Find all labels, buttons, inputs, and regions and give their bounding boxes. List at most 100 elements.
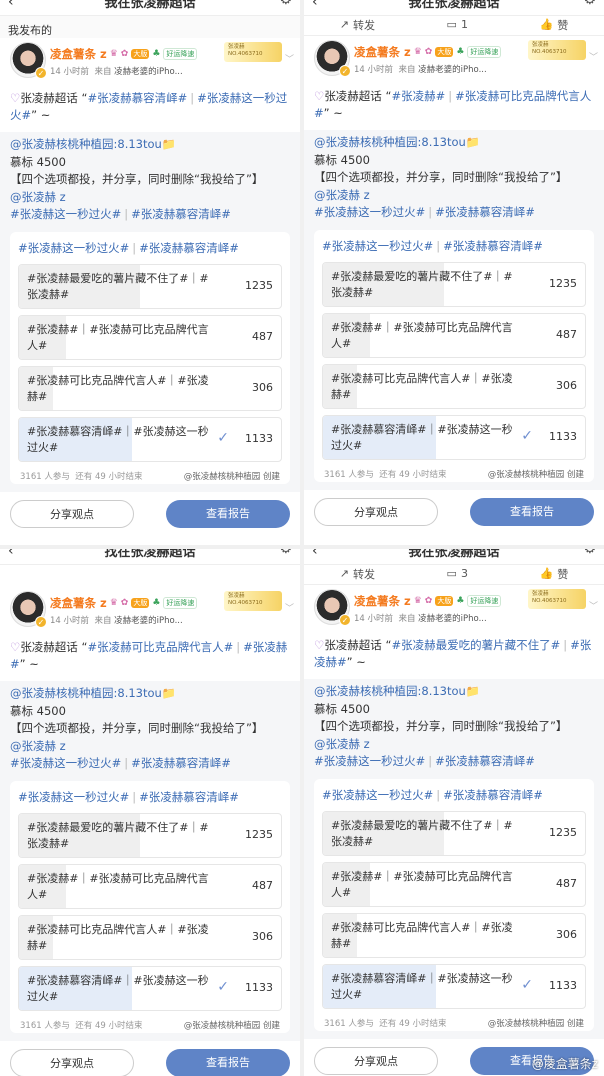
quote-topic-2[interactable]: #张凌赫慕容清峄# <box>435 205 535 219</box>
vote-card: #张凌赫这一秒过火# | #张凌赫慕容清峄# #张凌赫最爱吃的薯片藏不住了#｜#张凌… <box>10 231 290 484</box>
vote-creator[interactable]: @张凌赫核桃种植园 <box>488 470 565 480</box>
vote-actions: 分享观点 查看报告 <box>304 490 604 526</box>
share-opinion-button[interactable]: 分享观点 <box>10 1048 134 1076</box>
quote-author[interactable]: @张凌赫核桃种植园:8.13tou <box>314 684 466 698</box>
horizontal-divider <box>0 545 604 549</box>
vote-topic-2[interactable]: #张凌赫慕容清峄# <box>139 241 239 255</box>
repost-button[interactable]: ↗ 转发 <box>340 17 375 33</box>
vote-option[interactable]: #张凌赫慕容清峄#｜#张凌赫这一秒过火# 1133 ✓ <box>18 416 282 462</box>
chevron-down-icon[interactable]: ﹀ <box>589 50 598 63</box>
crown-icon: ♛ <box>413 47 422 57</box>
quote-author[interactable]: @张凌赫核桃种植园:8.13tou <box>314 135 466 149</box>
avatar[interactable]: ✓ <box>314 40 351 77</box>
top-bar: ‹ 我在张凌赫超话 ⚙ <box>304 0 604 16</box>
quote-mention[interactable]: @张凌赫 z <box>314 188 370 202</box>
repost-button[interactable]: ↗ 转发 <box>340 566 375 582</box>
gear-icon[interactable]: ⚙ <box>279 0 292 8</box>
vote-topic-1[interactable]: #张凌赫这一秒过火# <box>322 239 433 253</box>
quoted-post[interactable]: @张凌赫核桃种植园:8.13tou📁 慕标 4500 【四个选项都投，并分享，同… <box>0 681 300 1041</box>
vote-option[interactable]: #张凌赫可比克品牌代言人#｜#张凌赫# 306 <box>18 365 282 411</box>
gear-icon[interactable]: ⚙ <box>279 549 292 557</box>
quote-topic-1[interactable]: #张凌赫这一秒过火# <box>10 756 121 770</box>
post-topic-1[interactable]: #张凌赫可比克品牌代言人# <box>87 640 233 654</box>
quote-author[interactable]: @张凌赫核桃种植园:8.13tou <box>10 686 162 700</box>
vote-option[interactable]: #张凌赫可比克品牌代言人#｜#张凌赫# 306 <box>322 912 586 958</box>
fan-card[interactable]: 张凌赫 NO.4063710 <box>528 40 586 60</box>
share-opinion-button[interactable]: 分享观点 <box>314 497 438 526</box>
heart-icon: ♡ <box>10 640 21 654</box>
vote-option[interactable]: #张凌赫最爱吃的薯片藏不住了#｜#张凌赫# 1235 <box>322 261 586 307</box>
comment-button[interactable]: ▭ 1 <box>447 18 468 31</box>
fan-card[interactable]: 张凌赫 NO.4063710 <box>528 589 586 609</box>
view-report-button[interactable]: 查看报告 <box>470 497 594 526</box>
vote-option[interactable]: #张凌赫#｜#张凌赫可比克品牌代言人# 487 <box>18 314 282 360</box>
vote-option-label: #张凌赫可比克品牌代言人#｜#张凌赫# <box>27 373 209 403</box>
vote-topic-2[interactable]: #张凌赫慕容清峄# <box>443 239 543 253</box>
screenshot-panel-3: ‹ 找在张凌赫超话 ⚙ ✓ 凌盒薯条 z ♛ ✿ 大版 ♣ 好运降速 14 小时… <box>0 549 300 1076</box>
avatar[interactable]: ✓ <box>10 42 47 79</box>
chevron-down-icon[interactable]: ﹀ <box>589 599 598 612</box>
quote-mention[interactable]: @张凌赫 z <box>314 737 370 751</box>
fan-card[interactable]: 张凌赫 NO.4063710 <box>224 42 282 62</box>
quote-topic-2[interactable]: #张凌赫慕容清峄# <box>131 207 231 221</box>
quote-mention[interactable]: @张凌赫 z <box>10 190 66 204</box>
quote-topic-2[interactable]: #张凌赫慕容清峄# <box>435 754 535 768</box>
heart-icon: ♡ <box>314 638 325 652</box>
vote-option[interactable]: #张凌赫#｜#张凌赫可比克品牌代言人# 487 <box>322 312 586 358</box>
post-topic-1[interactable]: #张凌赫慕容清峄# <box>87 91 187 105</box>
vote-topic-2[interactable]: #张凌赫慕容清峄# <box>443 788 543 802</box>
share-opinion-button[interactable]: 分享观点 <box>10 499 134 528</box>
view-report-button[interactable]: 查看报告 <box>166 499 290 528</box>
page-title: 我在张凌赫超话 <box>408 549 500 560</box>
vote-participants: 3161 人参与 <box>20 1020 70 1031</box>
chevron-down-icon[interactable]: ﹀ <box>285 601 294 614</box>
quote-topic-1[interactable]: #张凌赫这一秒过火# <box>314 754 425 768</box>
quote-author[interactable]: @张凌赫核桃种植园:8.13tou <box>10 137 162 151</box>
vote-creator[interactable]: @张凌赫核桃种植园 <box>184 1021 261 1031</box>
vote-option[interactable]: #张凌赫#｜#张凌赫可比克品牌代言人# 487 <box>322 861 586 907</box>
view-report-button[interactable]: 查看报告 <box>166 1048 290 1076</box>
gear-icon[interactable]: ⚙ <box>583 0 596 8</box>
avatar[interactable]: ✓ <box>10 591 47 628</box>
screenshot-panel-4: ‹ 我在张凌赫超话 ⚙ ↗ 转发 ▭ 3 👍 赞 ✓ 凌盒薯条 z ♛ ✿ 大版 ♣ 好运… <box>304 549 604 1076</box>
quoted-post[interactable]: @张凌赫核桃种植园:8.13tou📁 慕标 4500 【四个选项都投，并分享，同… <box>0 132 300 492</box>
vote-option[interactable]: #张凌赫慕容清峄#｜#张凌赫这一秒过火# 1133 ✓ <box>322 963 586 1009</box>
quote-topic-2[interactable]: #张凌赫慕容清峄# <box>131 756 231 770</box>
quote-mention[interactable]: @张凌赫 z <box>10 739 66 753</box>
vote-topic-1[interactable]: #张凌赫这一秒过火# <box>18 790 129 804</box>
gear-icon[interactable]: ⚙ <box>583 549 596 557</box>
vote-topic-1[interactable]: #张凌赫这一秒过火# <box>18 241 129 255</box>
vote-creator[interactable]: @张凌赫核桃种植园 <box>488 1019 565 1029</box>
post-topic-1[interactable]: #张凌赫最爱吃的薯片藏不住了# <box>391 638 560 652</box>
fan-card-title: 张凌赫 <box>532 591 549 597</box>
quote-topic-1[interactable]: #张凌赫这一秒过火# <box>10 207 121 221</box>
fan-card[interactable]: 张凌赫 NO.4063710 <box>224 591 282 611</box>
vote-option[interactable]: #张凌赫最爱吃的薯片藏不住了#｜#张凌赫# 1235 <box>18 812 282 858</box>
vote-option[interactable]: #张凌赫#｜#张凌赫可比克品牌代言人# 487 <box>18 863 282 909</box>
vote-topic-1[interactable]: #张凌赫这一秒过火# <box>322 788 433 802</box>
vote-option[interactable]: #张凌赫最爱吃的薯片藏不住了#｜#张凌赫# 1235 <box>18 263 282 309</box>
chevron-down-icon[interactable]: ﹀ <box>285 52 294 65</box>
vote-option[interactable]: #张凌赫慕容清峄#｜#张凌赫这一秒过火# 1133 ✓ <box>18 965 282 1011</box>
like-button[interactable]: 👍 赞 <box>539 17 568 33</box>
vote-option-label: #张凌赫慕容清峄#｜#张凌赫这一秒过火# <box>27 973 209 1003</box>
vote-option[interactable]: #张凌赫可比克品牌代言人#｜#张凌赫# 306 <box>18 914 282 960</box>
user-name-text: 凌盒薯条 z <box>354 45 411 59</box>
quote-topic-1[interactable]: #张凌赫这一秒过火# <box>314 205 425 219</box>
share-opinion-button[interactable]: 分享观点 <box>314 1046 438 1075</box>
vote-option[interactable]: #张凌赫慕容清峄#｜#张凌赫这一秒过火# 1133 ✓ <box>322 414 586 460</box>
vote-option-count: 487 <box>556 876 577 890</box>
like-button[interactable]: 👍 赞 <box>539 566 568 582</box>
post-topic-1[interactable]: #张凌赫# <box>391 89 445 103</box>
quoted-post[interactable]: @张凌赫核桃种植园:8.13tou📁 慕标 4500 【四个选项都投，并分享，同… <box>304 130 604 490</box>
vote-card: #张凌赫这一秒过火# | #张凌赫慕容清峄# #张凌赫最爱吃的薯片藏不住了#｜#张凌… <box>314 229 594 482</box>
post-prefix: 张凌赫超话 “ <box>20 640 88 654</box>
vote-creator[interactable]: @张凌赫核桃种植园 <box>184 472 261 482</box>
vote-option[interactable]: #张凌赫可比克品牌代言人#｜#张凌赫# 306 <box>322 363 586 409</box>
level-badge: 大版 <box>435 47 454 57</box>
avatar[interactable]: ✓ <box>314 589 351 626</box>
comment-button[interactable]: ▭ 3 <box>447 567 468 580</box>
quoted-post[interactable]: @张凌赫核桃种植园:8.13tou📁 慕标 4500 【四个选项都投，并分享，同… <box>304 679 604 1039</box>
vote-option[interactable]: #张凌赫最爱吃的薯片藏不住了#｜#张凌赫# 1235 <box>322 810 586 856</box>
vote-topic-2[interactable]: #张凌赫慕容清峄# <box>139 790 239 804</box>
